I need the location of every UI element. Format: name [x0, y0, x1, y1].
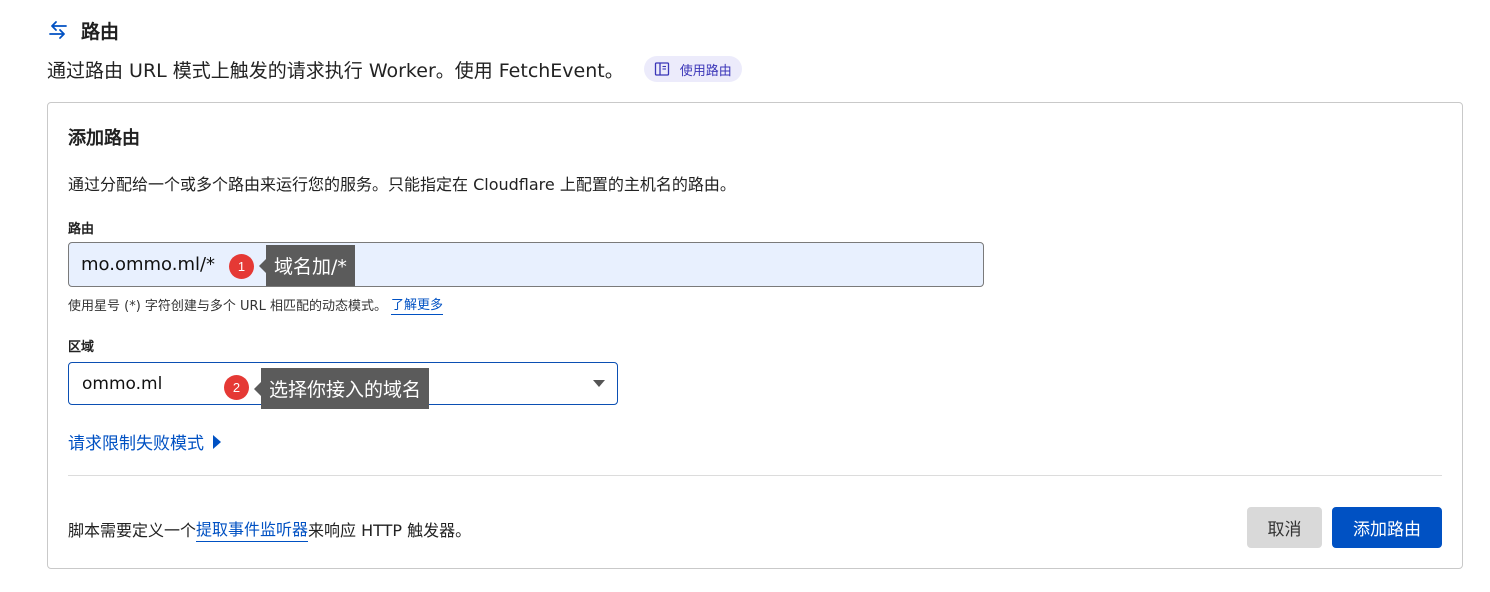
rate-limit-fail-mode-toggle[interactable]: 请求限制失败模式: [68, 429, 221, 454]
section-description-text: 通过路由 URL 模式上触发的请求执行 Worker。使用 FetchEvent…: [47, 59, 624, 82]
zone-label: 区域: [68, 340, 95, 355]
route-input[interactable]: mo.ommo.ml/*: [68, 242, 984, 287]
arrows-left-right-icon: [49, 21, 67, 39]
divider: [68, 475, 1442, 476]
annotation-tooltip-1: 域名加/*: [259, 245, 355, 286]
route-hint-text: 使用星号 (*) 字符创建与多个 URL 相匹配的动态模式。: [68, 299, 387, 314]
zone-select-value: ommo.ml: [82, 373, 163, 394]
footer-note: 脚本需要定义一个 提取事件监听器 来响应 HTTP 触发器。: [68, 516, 471, 542]
section-description: 通过路由 URL 模式上触发的请求执行 Worker。使用 FetchEvent…: [47, 54, 742, 84]
docs-link-label: 使用路由: [679, 63, 732, 79]
card-description: 通过分配给一个或多个路由来运行您的服务。只能指定在 Cloudflare 上配置…: [68, 175, 736, 194]
annotation-badge-2: 2: [224, 375, 249, 400]
chevron-down-icon: [593, 380, 605, 387]
section-title: 路由: [81, 20, 120, 43]
add-route-card: 添加路由 通过分配给一个或多个路由来运行您的服务。只能指定在 Cloudflar…: [47, 102, 1463, 569]
annotation-badge-1: 1: [229, 254, 254, 279]
docs-link-pill[interactable]: 使用路由: [643, 56, 742, 82]
book-icon: [654, 62, 669, 76]
cancel-button[interactable]: 取消: [1247, 507, 1322, 548]
route-hint: 使用星号 (*) 字符创建与多个 URL 相匹配的动态模式。 了解更多: [68, 294, 443, 315]
route-input-value: mo.ommo.ml/*: [81, 254, 216, 275]
learn-more-link[interactable]: 了解更多: [390, 294, 443, 315]
footer-prefix: 脚本需要定义一个: [68, 521, 197, 540]
annotation-tooltip-2: 选择你接入的域名: [253, 368, 430, 409]
fetch-event-listener-link[interactable]: 提取事件监听器: [196, 516, 309, 542]
footer-suffix: 来响应 HTTP 触发器。: [308, 521, 472, 540]
route-label: 路由: [68, 222, 95, 237]
card-title: 添加路由: [68, 128, 140, 149]
rate-limit-fail-mode-label: 请求限制失败模式: [68, 434, 204, 454]
caret-right-icon: [213, 434, 221, 449]
section-header: 路由: [47, 16, 119, 44]
add-route-button[interactable]: 添加路由: [1332, 507, 1442, 548]
